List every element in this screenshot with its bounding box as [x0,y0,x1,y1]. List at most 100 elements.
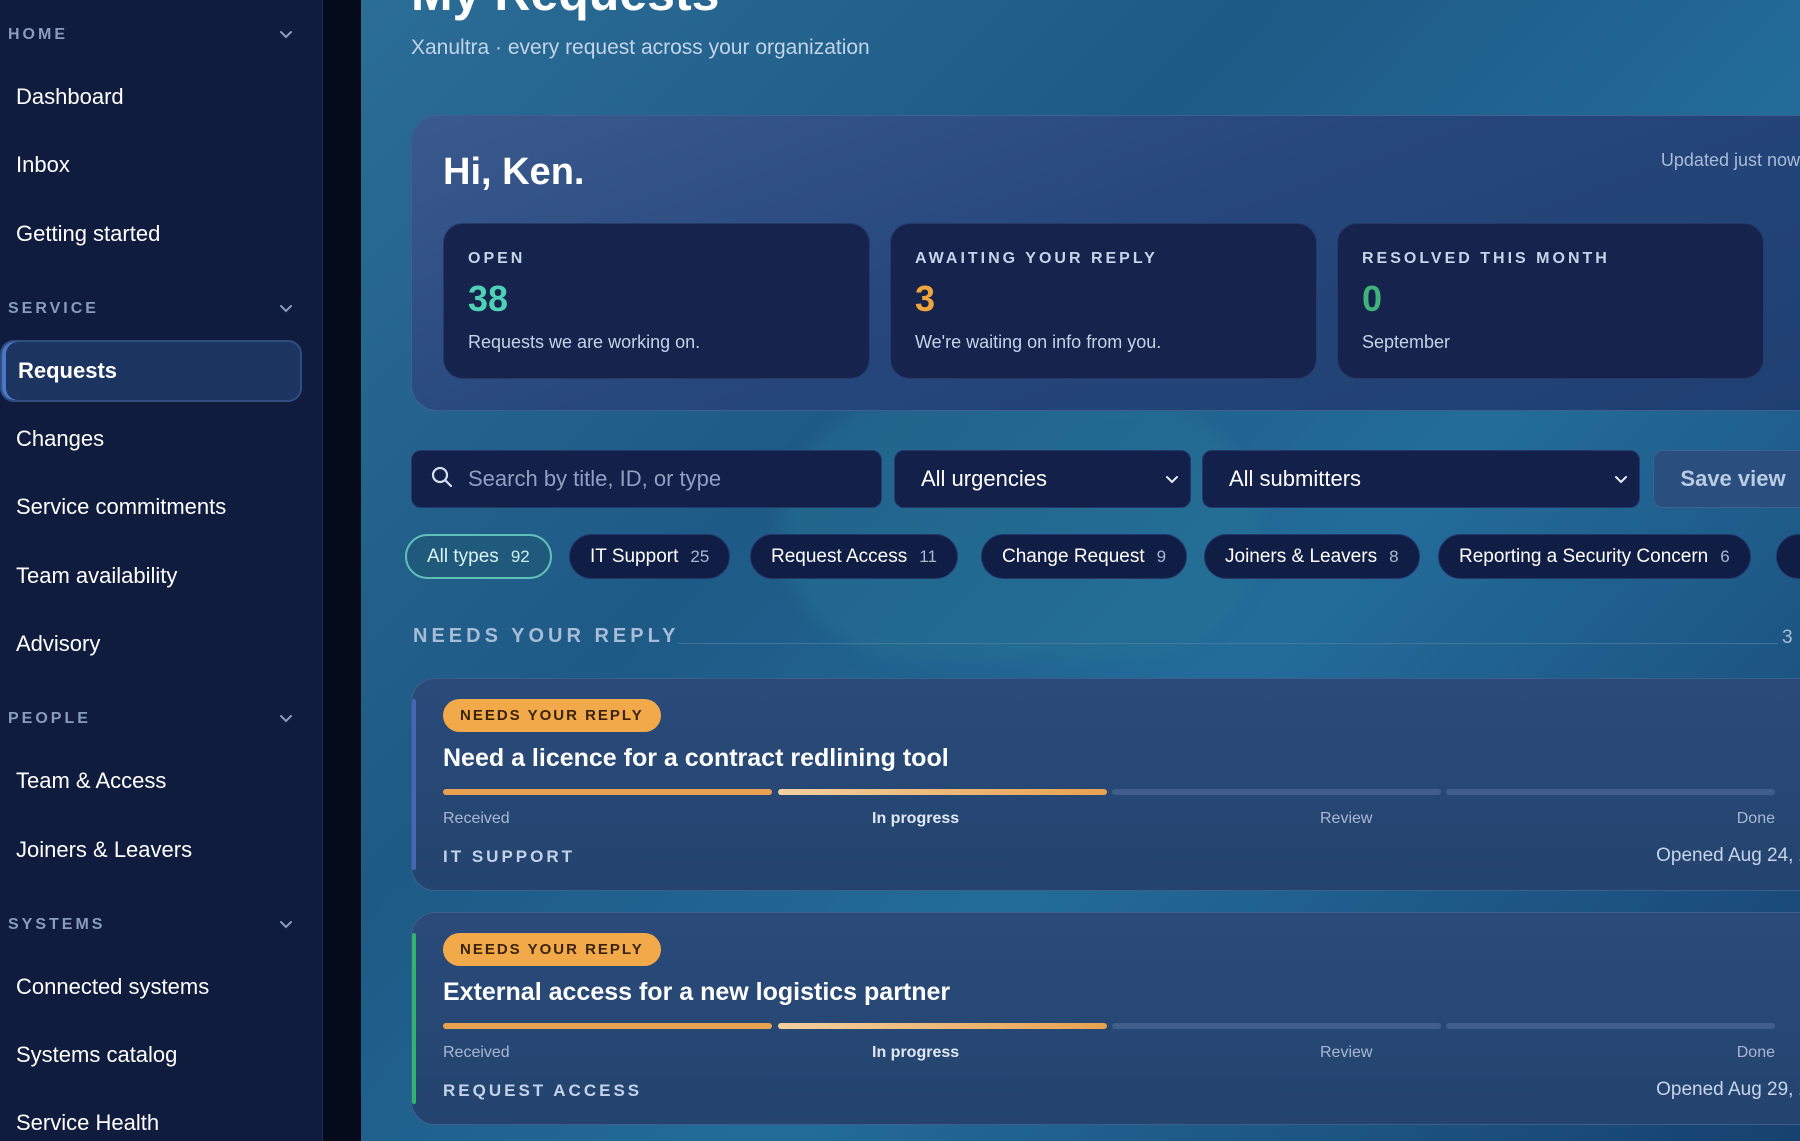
progress-segment-done [1446,1023,1775,1029]
chip-label: Reporting a Security Concern [1459,545,1709,567]
chip-it-support[interactable]: IT Support 25 [569,534,731,579]
sidebar-item-dashboard[interactable]: Dashboard [0,66,302,128]
page-title: My Requests [411,0,719,22]
sidebar-section-service[interactable]: SERVICE [8,294,293,324]
stat-awaiting-reply[interactable]: AWAITING YOUR REPLY 3 We're waiting on i… [890,223,1317,379]
submitters-select[interactable]: All submitters [1202,450,1640,508]
sidebar-item-label: Team & Access [16,768,167,793]
sidebar-gutter [323,0,361,1141]
progress-bar [443,789,1775,797]
opened-date: Opened Aug 24, 2026 [1656,845,1800,866]
stat-resolved-this-month[interactable]: RESOLVED THIS MONTH 0 September [1337,223,1764,379]
sidebar-item-label: Advisory [16,631,101,656]
section-count: 3 [1782,627,1793,648]
sidebar-item-label: Service Health [16,1110,160,1135]
chip-request-access[interactable]: Request Access 11 [750,534,958,579]
chevron-down-icon [1613,466,1629,492]
progress-steps: Received In progress Review Done [443,810,1775,832]
chevron-down-icon [279,28,293,42]
chip-count: 8 [1389,546,1399,566]
sidebar-item-label: Service commitments [16,494,227,519]
sidebar-item-label: Inbox [16,152,70,177]
progress-segment-review [1112,789,1441,795]
stat-label: AWAITING YOUR REPLY [915,250,1158,267]
sidebar-item-label: Dashboard [16,84,124,109]
urgency-select-value: All urgencies [921,466,1047,491]
sidebar-item-requests[interactable]: Requests [0,340,302,402]
submitters-select-value: All submitters [1229,466,1362,491]
sidebar-section-people[interactable]: PEOPLE [8,704,293,734]
sidebar-item-changes[interactable]: Changes [0,408,302,470]
stat-value: 0 [1362,278,1383,319]
step-label: Review [1320,810,1373,827]
sidebar-item-label: Systems catalog [16,1042,178,1067]
sidebar-section-home[interactable]: HOME [8,20,293,50]
updated-status: Updated just now [1660,150,1800,170]
stat-description: Requests we are working on. [468,332,701,352]
search-input[interactable] [468,466,868,492]
step-label: Done [1736,1044,1775,1061]
sidebar-item-getting-started[interactable]: Getting started [0,203,302,265]
chip-count: 92 [510,546,530,566]
status-badge: NEEDS YOUR REPLY [443,933,661,966]
sidebar-section-title: SERVICE [8,300,99,317]
sidebar-item-label: Team availability [16,563,178,588]
sidebar-item-team-availability[interactable]: Team availability [0,545,302,607]
sidebar: HOME Dashboard Inbox Getting started SER… [0,0,323,1141]
sidebar-item-label: Getting started [16,221,161,246]
status-badge: NEEDS YOUR REPLY [443,699,661,732]
sidebar-item-inbox[interactable]: Inbox [0,134,302,196]
sidebar-item-team-access[interactable]: Team & Access [0,750,302,812]
progress-segment-done [1446,789,1775,795]
progress-segment-in-progress [778,789,1107,795]
sidebar-item-joiners-leavers[interactable]: Joiners & Leavers [0,819,302,881]
sidebar-item-label: Changes [16,426,105,451]
search-field[interactable] [411,450,882,508]
stat-value: 38 [468,278,509,319]
stat-open[interactable]: OPEN 38 Requests we are working on. [443,223,870,379]
chip-count: 11 [919,546,937,566]
chevron-down-icon [279,712,293,726]
chip-joiners-leavers[interactable]: Joiners & Leavers 8 [1204,534,1420,579]
progress-segment-in-progress [778,1023,1107,1029]
sidebar-item-label: Requests [18,358,118,383]
chip-label: Change Request [1002,545,1145,567]
sidebar-item-systems-catalog[interactable]: Systems catalog [0,1024,302,1086]
request-type: REQUEST ACCESS [443,1081,643,1100]
summary-card: Hi, Ken. Updated just now OPEN 38 Reques… [411,115,1800,411]
stat-description: We're waiting on info from you. [915,332,1162,352]
chip-all-types[interactable]: All types 92 [405,534,552,579]
sidebar-section-title: SYSTEMS [8,916,106,933]
request-card[interactable]: NEEDS YOUR REPLY Need a licence for a co… [411,678,1800,891]
sidebar-item-service-commitments[interactable]: Service commitments [0,476,302,538]
chip-label: Joiners & Leavers [1225,545,1378,567]
chip-change-request[interactable]: Change Request 9 [981,534,1188,579]
progress-segment-received [443,789,772,795]
step-label: Done [1736,810,1775,827]
page-subtitle: Xanultra · every request across your org… [411,36,870,59]
chip-security-concern[interactable]: Reporting a Security Concern 6 [1438,534,1751,579]
sidebar-item-connected-systems[interactable]: Connected systems [0,956,302,1018]
urgency-select[interactable]: All urgencies [894,450,1191,508]
section-divider [678,643,1778,644]
progress-bar [443,1023,1775,1031]
save-view-button[interactable]: Save view [1653,450,1800,508]
stat-label: OPEN [468,250,526,267]
card-accent [412,933,416,1104]
chip-overflow[interactable] [1776,534,1800,579]
chip-label: Request Access [771,545,908,567]
section-title: NEEDS YOUR REPLY [413,625,680,647]
sidebar-item-advisory[interactable]: Advisory [0,613,302,675]
chip-count: 9 [1156,546,1167,566]
stat-description: September [1362,332,1451,352]
sidebar-item-service-health[interactable]: Service Health [0,1092,302,1141]
progress-segment-received [443,1023,772,1029]
request-title: External access for a new logistics part… [443,978,951,1006]
request-type: IT SUPPORT [443,847,576,866]
request-card[interactable]: NEEDS YOUR REPLY External access for a n… [411,912,1800,1125]
card-accent [412,699,416,870]
sidebar-section-systems[interactable]: SYSTEMS [8,910,293,940]
request-title: Need a licence for a contract redlining … [443,744,949,772]
step-label-current: In progress [872,810,960,827]
progress-steps: Received In progress Review Done [443,1044,1775,1066]
